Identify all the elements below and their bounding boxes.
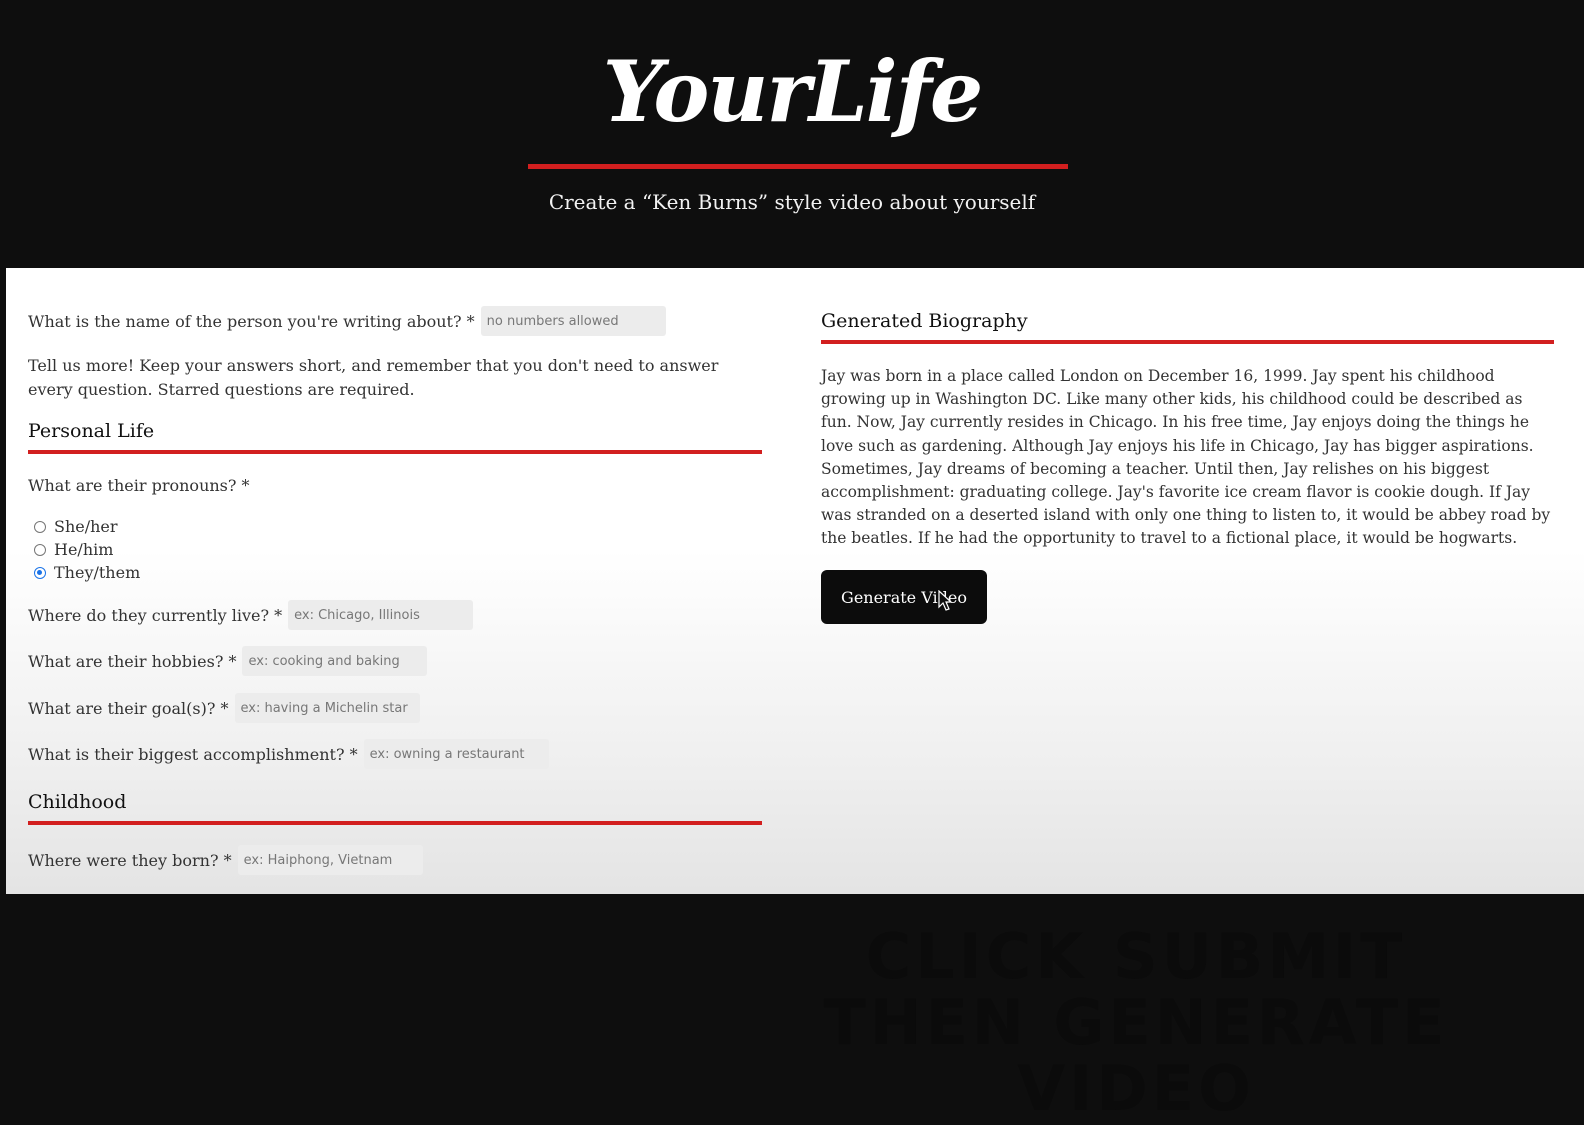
accomplishment-label: What is their biggest accomplishment? * <box>28 744 358 764</box>
section-divider <box>28 821 762 825</box>
logo-underline <box>528 164 1068 169</box>
goals-question: What are their goal(s)? * <box>28 693 420 723</box>
name-question-label: What is the name of the person you're wr… <box>28 311 475 331</box>
mouse-pointer-icon <box>938 590 953 611</box>
radio-he-him[interactable]: He/him <box>34 540 113 559</box>
name-input[interactable] <box>480 306 666 336</box>
live-question: Where do they currently live? * <box>28 600 474 630</box>
biography-text: Jay was born in a place called London on… <box>821 367 1551 548</box>
site-tagline: Create a “Ken Burns” style video about y… <box>548 190 1036 214</box>
hobbies-question: What are their hobbies? * <box>28 646 428 676</box>
site-header: YourLife Create a “Ken Burns” style vide… <box>0 0 1584 268</box>
overlay-line-1: CLICK SUBMIT <box>865 920 1407 993</box>
name-question: What is the name of the person you're wr… <box>28 306 666 336</box>
accomplishment-input[interactable] <box>363 739 549 769</box>
radio-label: He/him <box>54 540 114 559</box>
radio-they-them[interactable]: They/them <box>34 563 140 582</box>
born-input[interactable] <box>237 845 423 875</box>
form-intro: Tell us more! Keep your answers short, a… <box>28 356 719 399</box>
overlay-line-2: THEN GENERATE VIDEO <box>823 986 1449 1125</box>
radio-label: They/them <box>54 563 141 582</box>
pronouns-question-label: What are their pronouns? * <box>28 476 250 495</box>
section-divider <box>28 450 762 454</box>
goals-input[interactable] <box>234 693 420 723</box>
born-question: Where were they born? * <box>28 845 423 875</box>
biography-divider <box>821 340 1554 344</box>
live-label: Where do they currently live? * <box>28 605 283 625</box>
biography-title: Generated Biography <box>821 310 1028 332</box>
instruction-overlay: CLICK SUBMIT THEN GENERATE VIDEO <box>696 924 1576 1122</box>
radio-label: She/her <box>54 517 118 536</box>
section-title-personal-life: Personal Life <box>28 420 155 442</box>
accomplishment-question: What is their biggest accomplishment? * <box>28 739 549 769</box>
hobbies-input[interactable] <box>242 646 428 676</box>
radio-button[interactable] <box>34 543 46 556</box>
hobbies-label: What are their hobbies? * <box>28 651 237 671</box>
generate-video-button[interactable]: Generate Video <box>821 570 987 624</box>
radio-button[interactable] <box>34 520 46 533</box>
radio-she-her[interactable]: She/her <box>34 517 118 536</box>
live-input[interactable] <box>288 600 474 630</box>
radio-button-selected[interactable] <box>34 566 46 579</box>
pronouns-question: What are their pronouns? * <box>28 476 256 495</box>
section-title-childhood: Childhood <box>28 791 127 813</box>
goals-label: What are their goal(s)? * <box>28 698 229 718</box>
main-content: What is the name of the person you're wr… <box>6 268 1584 1122</box>
site-logo: YourLife <box>602 42 984 141</box>
born-label: Where were they born? * <box>28 850 232 870</box>
